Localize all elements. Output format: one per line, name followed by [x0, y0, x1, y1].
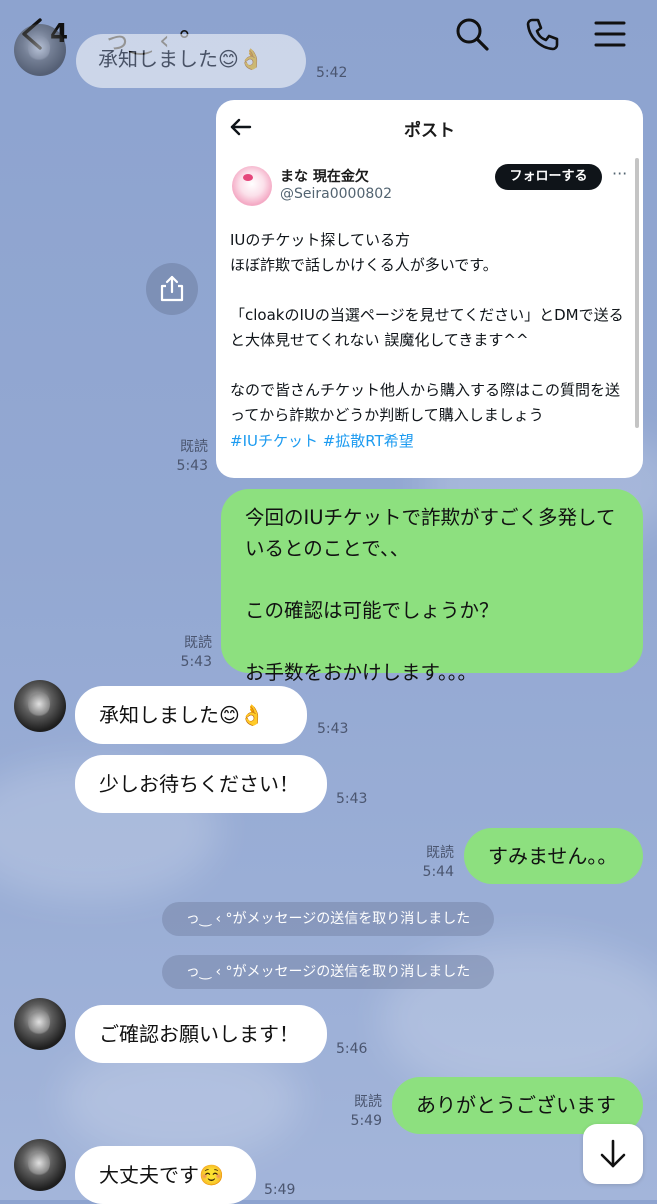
phone-icon[interactable] — [524, 16, 560, 52]
share-button[interactable] — [146, 263, 198, 315]
post-header-title: ポスト — [404, 121, 455, 141]
post-user-name[interactable]: まな 現在金欠 — [280, 166, 369, 186]
read-status: 既読 5:43 — [176, 439, 208, 474]
received-message-bubble[interactable]: 承知しました😊👌 — [75, 686, 307, 744]
menu-icon[interactable] — [592, 16, 628, 52]
message-time: 5:43 — [317, 721, 349, 737]
received-message-bubble[interactable]: ご確認お願いします！ — [75, 1005, 327, 1063]
sent-message-bubble[interactable]: 今回のIUチケットで詐欺がすごく多発しているとのことで、、 この確認は可能でしょ… — [221, 489, 643, 684]
message-time: 5:43 — [336, 791, 368, 807]
read-status: 既読 5:43 — [180, 635, 212, 670]
read-status: 既読 5:44 — [422, 845, 454, 880]
avatar[interactable] — [14, 24, 66, 76]
shared-post-card[interactable]: ポスト まな 現在金欠 @Seira0000802 フォローする ··· IUの… — [216, 100, 643, 478]
message-time: 5:42 — [316, 65, 348, 81]
message-time: 5:46 — [336, 1041, 368, 1057]
scrollbar[interactable] — [635, 158, 639, 428]
sent-message-bubble[interactable]: すみません。。 — [464, 828, 643, 884]
post-handle: @Seira0000802 — [280, 186, 393, 202]
avatar[interactable] — [14, 680, 66, 732]
avatar[interactable] — [14, 1139, 66, 1191]
message-time: 5:49 — [264, 1182, 296, 1198]
follow-button[interactable]: フォローする — [495, 164, 602, 190]
arrow-down-icon — [600, 1139, 626, 1168]
received-message-bubble[interactable]: 少しお待ちください！ — [75, 755, 327, 813]
system-message-unsent: っ‿ ‹ °がメッセージの送信を取り消しました — [162, 902, 494, 936]
message-bubble-partial[interactable]: 承知しました😊👌 — [76, 34, 306, 88]
received-message-bubble[interactable]: 大丈夫です☺️ — [75, 1146, 256, 1204]
profile-picture[interactable] — [232, 166, 272, 206]
avatar[interactable] — [14, 998, 66, 1050]
post-body: IUのチケット探している方 ほぼ詐欺で話しかけくる人が多いです。 「cloakの… — [230, 231, 624, 424]
share-icon — [160, 275, 184, 302]
system-message-unsent: っ‿ ‹ °がメッセージの送信を取り消しました — [162, 955, 494, 989]
read-status: 既読 5:49 — [350, 1094, 382, 1129]
post-hashtags[interactable]: #IUチケット #拡散RT希望 — [230, 430, 414, 451]
search-icon[interactable] — [454, 16, 490, 52]
scroll-to-bottom-button[interactable] — [583, 1124, 643, 1184]
more-icon[interactable]: ··· — [612, 164, 627, 183]
